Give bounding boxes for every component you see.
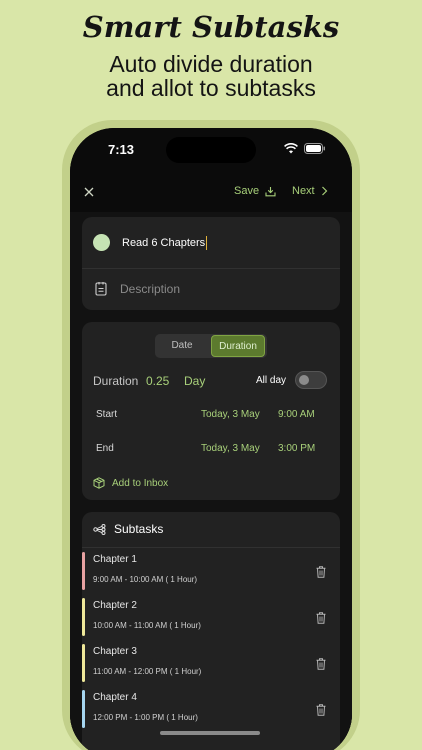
task-color-dot[interactable] xyxy=(93,234,110,251)
subtask-color-bar xyxy=(82,598,85,636)
trash-icon xyxy=(316,704,326,716)
subtask-color-bar xyxy=(82,552,85,590)
status-icons xyxy=(284,143,326,154)
task-name-input[interactable]: Read 6 Chapters xyxy=(122,236,208,250)
add-to-inbox-button[interactable]: Add to Inbox xyxy=(93,477,168,489)
box-icon xyxy=(93,477,105,489)
close-icon xyxy=(84,187,94,197)
home-indicator[interactable] xyxy=(160,731,260,735)
subtask-time: 11:00 AM - 12:00 PM ( 1 Hour) xyxy=(93,667,202,676)
description-icon xyxy=(95,281,107,301)
subtask-time: 9:00 AM - 10:00 AM ( 1 Hour) xyxy=(93,575,198,584)
duration-label: Duration xyxy=(93,374,139,388)
tab-date[interactable]: Date xyxy=(155,334,209,358)
phone-screen: 7:13 Save Next Read 6 Chapters Descripti… xyxy=(70,128,352,750)
task-card: Read 6 Chapters Description xyxy=(82,217,340,310)
all-day-label: All day xyxy=(256,375,287,386)
end-label: End xyxy=(96,443,114,454)
end-time[interactable]: 3:00 PM xyxy=(278,443,315,454)
start-date[interactable]: Today, 3 May xyxy=(201,409,260,420)
form-content: Read 6 Chapters Description Date Duratio… xyxy=(70,212,352,750)
app-screen: 7:13 Save Next Read 6 Chapters Descripti… xyxy=(70,128,352,750)
status-time: 7:13 xyxy=(108,142,135,157)
promo-subtitle: Auto divide duration and allot to subtas… xyxy=(0,52,422,100)
all-day-toggle[interactable] xyxy=(295,371,327,389)
delete-subtask-button[interactable] xyxy=(316,611,326,629)
schedule-card: Date Duration Duration 0.25 Day All day … xyxy=(82,322,340,500)
promo-subtitle-line-2: and allot to subtasks xyxy=(106,75,316,101)
subtask-row[interactable]: Chapter 3 11:00 AM - 12:00 PM ( 1 Hour) xyxy=(82,644,340,682)
download-icon xyxy=(265,186,276,196)
tab-duration[interactable]: Duration xyxy=(211,335,265,357)
subtask-title: Chapter 4 xyxy=(93,692,137,703)
battery-icon xyxy=(304,143,325,154)
task-name-text: Read 6 Chapters xyxy=(122,236,206,249)
divider xyxy=(82,547,340,548)
save-label: Save xyxy=(234,185,260,197)
trash-icon xyxy=(316,566,326,578)
start-time[interactable]: 9:00 AM xyxy=(278,409,315,420)
subtask-row[interactable]: Chapter 1 9:00 AM - 10:00 AM ( 1 Hour) xyxy=(82,552,340,590)
delete-subtask-button[interactable] xyxy=(316,703,326,721)
subtask-title: Chapter 2 xyxy=(93,600,137,611)
toggle-knob xyxy=(299,375,309,385)
subtask-time: 12:00 PM - 1:00 PM ( 1 Hour) xyxy=(93,713,198,722)
delete-subtask-button[interactable] xyxy=(316,657,326,675)
subtask-row[interactable]: Chapter 2 10:00 AM - 11:00 AM ( 1 Hour) xyxy=(82,598,340,636)
subtask-title: Chapter 3 xyxy=(93,646,137,657)
text-caret xyxy=(206,236,208,250)
next-label: Next xyxy=(292,185,315,197)
end-date[interactable]: Today, 3 May xyxy=(201,443,260,454)
start-label: Start xyxy=(96,409,118,420)
top-navbar: Save Next xyxy=(70,178,352,212)
next-button[interactable]: Next xyxy=(292,185,328,197)
delete-subtask-button[interactable] xyxy=(316,565,326,583)
divider xyxy=(82,268,340,269)
subtask-color-bar xyxy=(82,644,85,682)
subtasks-title: Subtasks xyxy=(114,522,164,536)
mode-segmented-control: Date Duration xyxy=(155,334,267,358)
subtask-time: 10:00 AM - 11:00 AM ( 1 Hour) xyxy=(93,621,201,630)
promo-subtitle-line-1: Auto divide duration xyxy=(109,51,313,77)
subtasks-card: Subtasks Chapter 1 9:00 AM - 10:00 AM ( … xyxy=(82,512,340,750)
chevron-right-icon xyxy=(321,186,327,196)
wifi-icon xyxy=(284,143,298,154)
duration-unit[interactable]: Day xyxy=(184,374,205,388)
subtasks-icon xyxy=(93,523,106,535)
add-to-inbox-label: Add to Inbox xyxy=(112,477,169,489)
dynamic-island xyxy=(166,137,256,163)
subtasks-header: Subtasks xyxy=(93,522,163,536)
trash-icon xyxy=(316,612,326,624)
save-button[interactable]: Save xyxy=(234,185,276,197)
subtask-color-bar xyxy=(82,690,85,728)
description-input[interactable]: Description xyxy=(120,282,180,296)
close-button[interactable] xyxy=(84,184,94,202)
subtask-row[interactable]: Chapter 4 12:00 PM - 1:00 PM ( 1 Hour) xyxy=(82,690,340,728)
promo-title: Smart Subtasks xyxy=(82,10,340,44)
trash-icon xyxy=(316,658,326,670)
duration-value[interactable]: 0.25 xyxy=(146,374,169,388)
subtask-title: Chapter 1 xyxy=(93,554,137,565)
